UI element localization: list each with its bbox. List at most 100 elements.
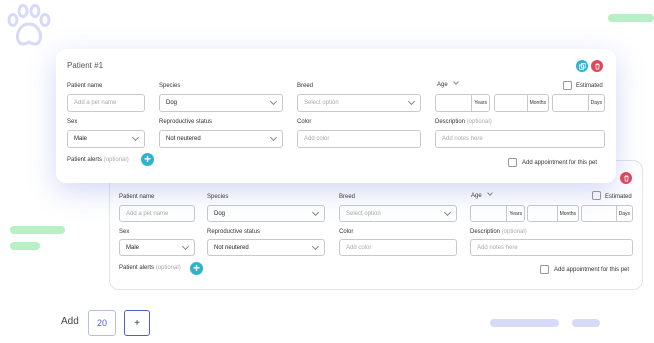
patient-count-input[interactable]: 20	[88, 310, 116, 336]
species-value: Dog	[166, 100, 178, 106]
age-label[interactable]: Age	[471, 190, 494, 199]
age-years-input[interactable]: Years	[470, 205, 525, 222]
description-optional-text: (optional)	[501, 229, 527, 235]
add-label: Add	[61, 316, 79, 327]
trash-icon	[594, 62, 600, 70]
reproductive-status-label: Reproductive status	[159, 119, 213, 125]
reproductive-status-value: Not neutered	[214, 244, 249, 251]
age-days-unit: Days	[615, 206, 632, 221]
reproductive-status-select[interactable]: Not neutered	[159, 130, 283, 148]
breed-placeholder: Select option	[346, 210, 381, 217]
description-input[interactable]: Add notes here	[470, 239, 633, 256]
delete-button[interactable]	[620, 172, 632, 184]
copy-button[interactable]	[576, 60, 588, 72]
trash-icon	[623, 174, 629, 182]
species-select[interactable]: Dog	[159, 94, 283, 112]
chevron-down-icon	[311, 242, 320, 250]
sex-select[interactable]: Male	[67, 130, 145, 148]
description-label: Description (optional)	[470, 229, 527, 235]
age-years-input[interactable]: Years	[435, 94, 490, 112]
patient-alerts-label-text: Patient alerts	[119, 265, 155, 271]
age-label-text: Age	[471, 193, 482, 199]
patient-card: Patient #1 Patient name Species Breed Ag…	[56, 49, 616, 183]
copy-icon	[578, 62, 586, 70]
age-months-input[interactable]: Months	[527, 205, 579, 222]
add-patient-alert-button[interactable]: +	[190, 262, 203, 275]
species-value: Dog	[214, 210, 226, 217]
breed-select[interactable]: Select option	[297, 94, 421, 112]
chevron-down-icon	[453, 79, 460, 85]
age-days-unit: Days	[587, 95, 604, 111]
chevron-down-icon	[181, 242, 190, 250]
plus-icon: +	[134, 317, 140, 329]
add-appointment-checkbox[interactable]	[540, 265, 549, 274]
breed-label: Breed	[297, 83, 314, 89]
patient-alerts-optional-text: (optional)	[155, 265, 181, 271]
patient-name-input[interactable]: Add a pet name	[119, 205, 195, 222]
description-input[interactable]: Add notes here	[435, 130, 605, 148]
decorative-pill	[572, 319, 600, 327]
add-appointment-checkbox[interactable]	[508, 158, 517, 167]
age-days-input[interactable]: Days	[552, 94, 605, 112]
breed-select[interactable]: Select option	[339, 205, 457, 222]
species-label: Species	[159, 83, 181, 89]
sex-label: Sex	[119, 229, 130, 235]
sex-label: Sex	[67, 119, 78, 125]
age-label[interactable]: Age	[437, 79, 460, 88]
age-years-unit: Years	[506, 206, 524, 221]
add-appointment-label: Add appointment for this pet	[554, 267, 630, 273]
decorative-pill	[608, 14, 654, 22]
age-months-input[interactable]: Months	[494, 94, 549, 112]
chevron-down-icon	[443, 208, 452, 216]
age-months-unit: Months	[526, 95, 548, 111]
color-label: Color	[339, 229, 354, 235]
add-patients-button[interactable]: +	[124, 310, 150, 336]
age-months-unit: Months	[556, 206, 578, 221]
chevron-down-icon	[131, 133, 140, 142]
add-patient-alert-button[interactable]: +	[141, 153, 154, 166]
estimated-label: Estimated	[605, 194, 632, 200]
breed-label: Breed	[339, 194, 356, 200]
age-years-unit: Years	[471, 95, 489, 111]
reproductive-status-label: Reproductive status	[207, 229, 261, 235]
age-days-input[interactable]: Days	[581, 205, 633, 222]
sex-value: Male	[74, 136, 88, 142]
plus-icon: +	[192, 261, 200, 275]
chevron-down-icon	[407, 97, 416, 106]
delete-button[interactable]	[591, 60, 603, 72]
patient-alerts-label: Patient alerts (optional)	[67, 157, 129, 163]
patient-card-title: Patient #1	[67, 61, 104, 70]
reproductive-status-select[interactable]: Not neutered	[207, 239, 325, 256]
color-input[interactable]: Add color	[339, 239, 457, 256]
decorative-pill	[10, 226, 65, 234]
patient-name-input[interactable]: Add a pet name	[67, 94, 145, 112]
add-appointment-label: Add appointment for this pet	[522, 160, 598, 166]
sex-value: Male	[126, 244, 140, 251]
description-label-text: Description	[435, 119, 466, 125]
patient-name-label: Patient name	[119, 194, 155, 200]
description-optional-text: (optional)	[466, 119, 492, 125]
age-label-text: Age	[437, 82, 448, 88]
patient-name-label: Patient name	[67, 83, 103, 89]
chevron-down-icon	[269, 133, 278, 142]
description-label: Description (optional)	[435, 119, 492, 125]
reproductive-status-value: Not neutered	[166, 136, 201, 142]
patient-alerts-label-text: Patient alerts	[67, 157, 103, 163]
breed-placeholder: Select option	[304, 100, 339, 106]
color-input[interactable]: Add color	[297, 130, 421, 148]
patient-alerts-label: Patient alerts (optional)	[119, 265, 181, 271]
species-select[interactable]: Dog	[207, 205, 325, 222]
plus-icon: +	[143, 152, 151, 166]
decorative-pill	[10, 242, 40, 250]
estimated-label: Estimated	[576, 83, 603, 89]
paw-icon	[7, 4, 51, 46]
patient-alerts-optional-text: (optional)	[103, 157, 129, 163]
estimated-checkbox[interactable]	[563, 81, 572, 90]
chevron-down-icon	[269, 97, 278, 106]
color-label: Color	[297, 119, 312, 125]
chevron-down-icon	[487, 190, 494, 196]
species-label: Species	[207, 194, 229, 200]
sex-select[interactable]: Male	[119, 239, 195, 256]
estimated-checkbox[interactable]	[592, 191, 601, 200]
description-label-text: Description	[470, 229, 501, 235]
